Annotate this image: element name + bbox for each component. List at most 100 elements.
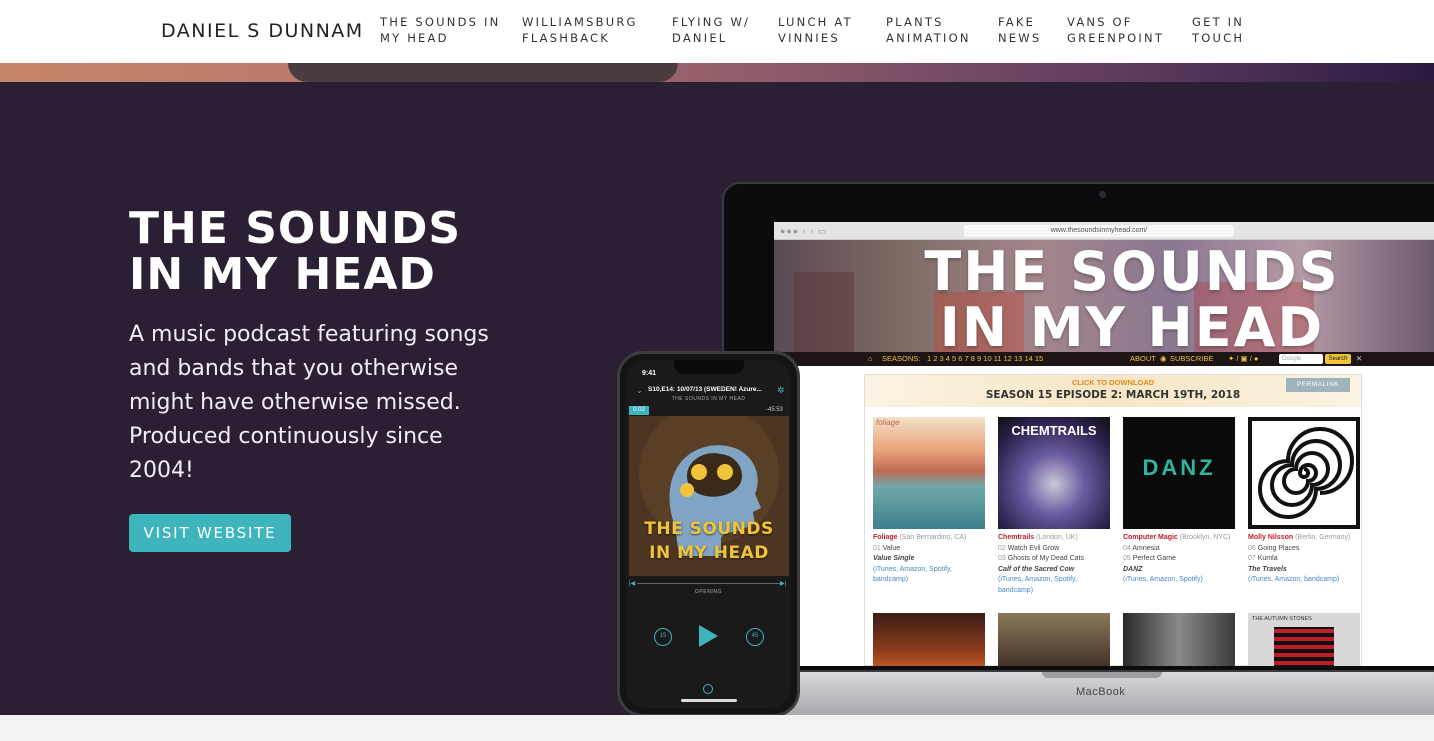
hero-title-line: THE SOUNDS (129, 203, 462, 254)
play-icon[interactable] (699, 625, 718, 647)
nav-link-line: THE SOUNDS IN (380, 15, 501, 29)
home-indicator (681, 699, 737, 702)
previous-chapter-icon[interactable]: |◀ (629, 581, 635, 587)
artist-link[interactable]: Computer Magic (1123, 534, 1178, 541)
social-icons[interactable]: ✦ / ▣ / ● (1228, 352, 1258, 366)
previous-section-image-strip (0, 63, 1434, 82)
nav-link-plants-animation[interactable]: PLANTS ANIMATION (886, 14, 971, 46)
nav-link-line: FLASHBACK (522, 31, 611, 45)
site-search-placeholder: Google (1282, 356, 1302, 362)
track-title: Ghosts of My Dead Cats (1007, 555, 1085, 562)
about-link[interactable]: ABOUT (1130, 352, 1156, 366)
track-title: Kumla (1257, 555, 1278, 562)
rewind-seconds: 15 (659, 633, 667, 639)
site-logo[interactable]: THE SOUNDS IN MY HEAD (882, 244, 1382, 353)
hero-title: THE SOUNDS IN MY HEAD (129, 206, 509, 298)
album-title: Value Single (873, 555, 915, 562)
nav-link-line: GET IN (1192, 15, 1245, 29)
artist-location: (Berlin, Germany) (1295, 534, 1351, 541)
nav-link-williamsburg-flashback[interactable]: WILLIAMSBURG FLASHBACK (522, 14, 638, 46)
brand-logo[interactable]: DANIEL S DUNNAM (161, 20, 364, 42)
banner-building-shape (794, 272, 854, 352)
subscribe-link[interactable]: SUBSCRIBE (1170, 352, 1213, 366)
cover-text: DANZ (1142, 455, 1216, 480)
camera-icon (1099, 191, 1106, 198)
album-info: Foliage (San Bernardino, CA) 01 Value Va… (873, 533, 985, 586)
store-links[interactable]: (iTunes, Amazon, bandcamp) (1248, 576, 1339, 583)
home-icon[interactable]: ⌂ (868, 352, 873, 366)
next-section (0, 715, 1434, 741)
artist-link[interactable]: Foliage (873, 534, 898, 541)
chapter-progress-bar[interactable]: |◀ ▶| (629, 581, 789, 587)
site-search-input[interactable]: Google (1279, 354, 1323, 364)
nav-link-line: GREENPOINT (1067, 31, 1165, 45)
cover-text: CHEMTRAILS (1011, 423, 1097, 438)
album-cover[interactable]: foliage (873, 417, 985, 529)
window-controls-icon: ●●● ‹ › ▭ (780, 226, 828, 236)
rewind-icon[interactable]: 15 (654, 628, 672, 646)
track-title: Amnesia (1132, 544, 1160, 552)
artwork-title-line: THE SOUNDS (644, 519, 774, 539)
artist-location: (San Bernardino, CA) (899, 534, 967, 541)
artist-link[interactable]: Molly Nilsson (1248, 534, 1293, 541)
nav-link-fake-news[interactable]: FAKE NEWS (998, 14, 1041, 46)
laptop-notch (1042, 672, 1162, 678)
browser-url-bar[interactable]: www.thesoundsinmyhead.com/ (964, 225, 1234, 237)
visit-website-button[interactable]: VISIT WEBSITE (129, 514, 291, 552)
track-number: 07 (1248, 555, 1256, 562)
laptop-lid: ●●● ‹ › ▭ www.thesoundsinmyhead.com/ THE… (722, 182, 1434, 672)
track-number: 04 (1123, 544, 1131, 552)
track-title: Value (882, 544, 901, 552)
airplay-icon[interactable] (703, 684, 713, 694)
browser-chrome: ●●● ‹ › ▭ www.thesoundsinmyhead.com/ (774, 222, 1434, 240)
album-cover[interactable] (1123, 613, 1235, 666)
hero-description: A music podcast featuring songs and band… (129, 322, 489, 483)
site-banner: THE SOUNDS IN MY HEAD (774, 240, 1434, 352)
album-cover[interactable]: CHEMTRAILS (998, 417, 1110, 529)
album-card: CHEMTRAILS Chemtrails (London, UK) 02 Wa… (998, 417, 1110, 596)
nav-link-the-sounds-in-my-head[interactable]: THE SOUNDS IN MY HEAD (380, 14, 500, 46)
album-cover[interactable] (873, 613, 985, 666)
store-links[interactable]: (iTunes, Amazon, Spotify, bandcamp) (998, 576, 1077, 594)
artist-link[interactable]: Chemtrails (998, 534, 1034, 541)
download-banner[interactable]: CLICK TO DOWNLOAD SEASON 15 EPISODE 2: M… (865, 375, 1361, 407)
nav-link-line: TOUCH (1192, 31, 1245, 45)
album-card: DANZ Computer Magic (Brooklyn, NYC) 04 A… (1123, 417, 1235, 586)
album-cover[interactable]: THE AUTUMN STONES (1248, 613, 1360, 666)
gear-icon[interactable]: ✲ (777, 385, 785, 396)
seasons-label: SEASONS: (882, 354, 921, 363)
album-cover[interactable]: DANZ (1123, 417, 1235, 529)
permalink-button[interactable]: PERMALINK (1286, 378, 1350, 392)
nav-link-flying-with-daniel[interactable]: FLYING W/ DANIEL (672, 14, 750, 46)
site-logo-line: THE SOUNDS (924, 240, 1340, 303)
nav-link-line: FLYING W/ (672, 15, 751, 29)
nav-link-vans-of-greenpoint[interactable]: VANS OF GREENPOINT (1067, 14, 1164, 46)
fast-forward-icon[interactable]: 45 (746, 628, 764, 646)
store-links[interactable]: (iTunes, Amazon, Spotify, bandcamp) (873, 566, 952, 584)
chevron-down-icon[interactable]: ⌄ (636, 386, 643, 395)
album-cover[interactable] (1248, 417, 1360, 529)
album-card: foliage Foliage (San Bernardino, CA) 01 … (873, 417, 985, 586)
site-logo-line: IN MY HEAD (939, 296, 1325, 353)
browser-url: www.thesoundsinmyhead.com/ (1050, 227, 1148, 234)
top-navigation: DANIEL S DUNNAM THE SOUNDS IN MY HEAD WI… (0, 0, 1434, 63)
person-silhouette (288, 63, 678, 82)
next-chapter-icon[interactable]: ▶| (780, 581, 786, 587)
progress-track (637, 583, 781, 584)
album-title: The Travels (1248, 565, 1287, 573)
chapter-name: OPENING (694, 589, 723, 595)
album-cover[interactable] (998, 613, 1110, 666)
nav-link-lunch-at-vinnies[interactable]: LUNCH AT VINNIES (778, 14, 853, 46)
nav-link-line: ANIMATION (886, 31, 971, 45)
podcast-artwork: THE SOUNDS IN MY HEAD (629, 416, 789, 576)
store-links[interactable]: (iTunes, Amazon, Spotify) (1123, 576, 1203, 583)
season-number-links[interactable]: 1 2 3 4 5 6 7 8 9 10 11 12 13 14 15 (927, 352, 1043, 366)
spiral-icon (1258, 427, 1354, 519)
laptop-screen: ●●● ‹ › ▭ www.thesoundsinmyhead.com/ THE… (774, 222, 1434, 666)
close-icon[interactable]: ✕ (1356, 352, 1362, 366)
album-card: Molly Nilsson (Berlin, Germany) 06 Going… (1248, 417, 1360, 586)
nav-link-get-in-touch[interactable]: GET IN TOUCH (1192, 14, 1244, 46)
nav-link-line: MY HEAD (380, 31, 449, 45)
episode-content: CLICK TO DOWNLOAD SEASON 15 EPISODE 2: M… (864, 374, 1362, 666)
site-search-button[interactable]: Search (1325, 354, 1351, 364)
